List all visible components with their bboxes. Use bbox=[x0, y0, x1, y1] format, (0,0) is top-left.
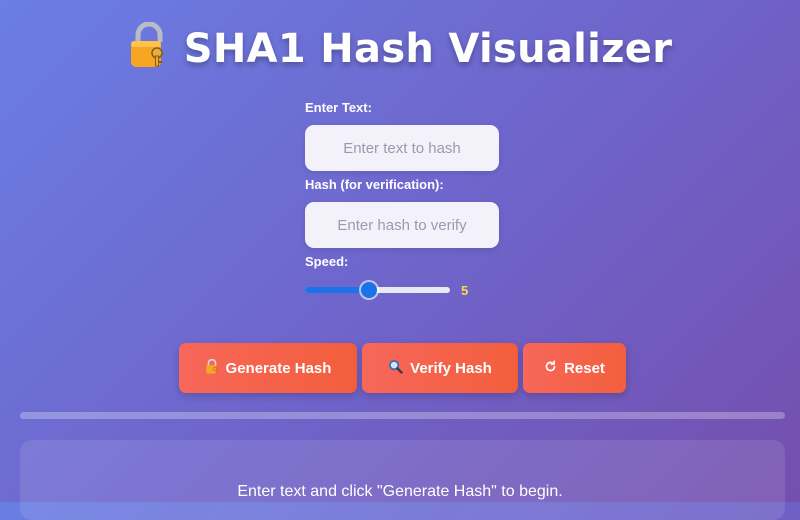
verify-hash-label: Verify Hash bbox=[410, 359, 492, 377]
speed-value: 5 bbox=[461, 282, 469, 298]
action-buttons: Generate Hash Verify Hash Reset bbox=[179, 343, 631, 393]
text-input-label: Enter Text: bbox=[305, 100, 372, 115]
speed-control: 5 bbox=[305, 278, 468, 302]
hash-input-label: Hash (for verification): bbox=[305, 177, 444, 192]
reset-label: Reset bbox=[564, 359, 605, 377]
speed-slider[interactable] bbox=[305, 282, 450, 298]
refresh-icon bbox=[544, 360, 557, 376]
generate-hash-button[interactable]: Generate Hash bbox=[179, 343, 357, 393]
title-text: SHA1 Hash Visualizer bbox=[183, 26, 673, 72]
status-message: Enter text and click "Generate Hash" to … bbox=[237, 483, 563, 500]
progress-bar bbox=[20, 412, 785, 419]
generate-hash-label: Generate Hash bbox=[225, 359, 332, 377]
speed-slider-fill bbox=[305, 287, 370, 293]
lock-key-icon bbox=[130, 22, 163, 67]
speed-slider-thumb[interactable] bbox=[361, 282, 378, 298]
lock-key-icon bbox=[205, 358, 219, 377]
reset-button[interactable]: Reset bbox=[523, 343, 626, 393]
page-title: SHA1 Hash Visualizer bbox=[0, 22, 800, 72]
verify-hash-button[interactable]: Verify Hash bbox=[362, 343, 518, 393]
text-input[interactable] bbox=[305, 125, 499, 171]
output-panel bbox=[20, 440, 785, 520]
magnifier-icon bbox=[388, 359, 403, 377]
hash-input[interactable] bbox=[305, 202, 499, 248]
speed-label: Speed: bbox=[305, 254, 349, 269]
input-form: Enter Text: Hash (for verification): Spe… bbox=[305, 100, 505, 270]
